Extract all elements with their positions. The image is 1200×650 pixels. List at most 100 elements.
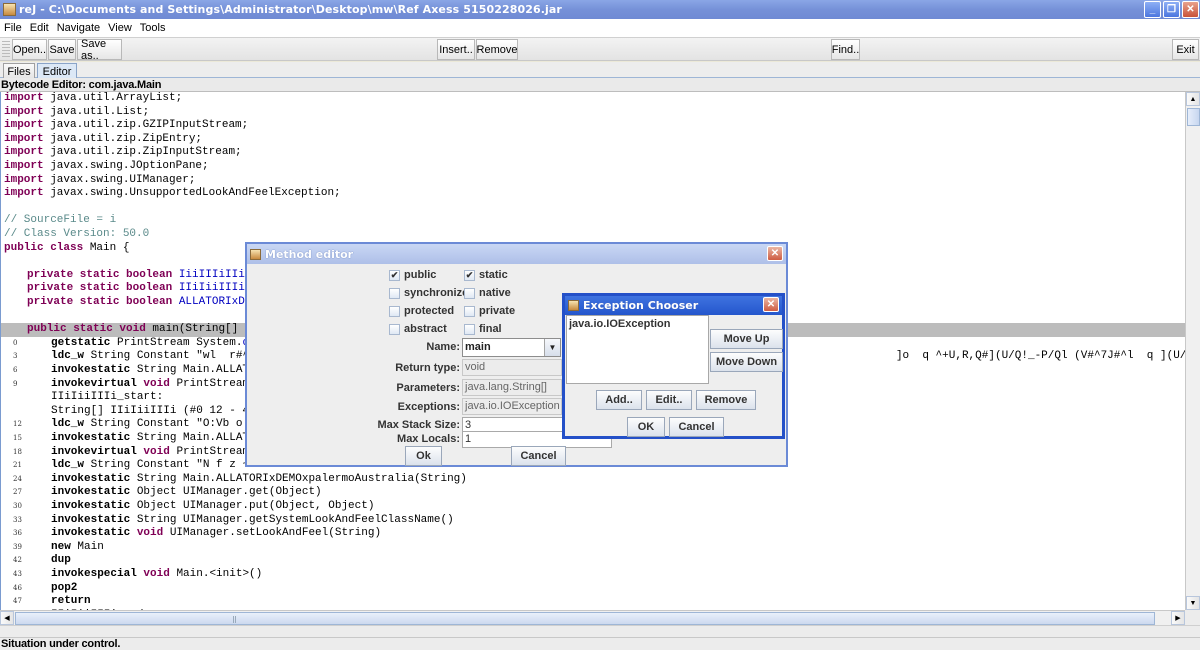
code-line[interactable]: // SourceFile = i xyxy=(1,214,1185,228)
checkbox-static[interactable]: ✔ static xyxy=(464,269,508,281)
move-down-button[interactable]: Move Down xyxy=(710,352,783,372)
return-type-field[interactable]: void xyxy=(462,359,562,376)
code-line[interactable]: 39 new Main xyxy=(1,541,1185,555)
checkbox-label: static xyxy=(479,269,508,281)
code-line[interactable]: import java.util.List; xyxy=(1,106,1185,120)
remove-button[interactable]: Remove xyxy=(476,39,518,60)
scroll-up-button[interactable]: ▲ xyxy=(1186,92,1200,106)
checkbox-label: abstract xyxy=(404,323,447,335)
checkbox-abstract[interactable]: abstract xyxy=(389,323,447,335)
app-icon xyxy=(568,300,579,311)
bytecode-offset: 6 xyxy=(13,366,18,374)
checkbox-synchronized[interactable]: synchronized xyxy=(389,287,475,299)
vertical-scroll-thumb[interactable] xyxy=(1187,108,1200,126)
code-text: import java.util.zip.GZIPInputStream; xyxy=(4,119,249,132)
horizontal-scrollbar[interactable]: ◀ ▶ xyxy=(0,610,1185,625)
code-line[interactable]: 33 invokestatic String UIManager.getSyste… xyxy=(1,514,1185,528)
method-editor-title-bar: Method editor ✕ xyxy=(247,244,786,264)
method-editor-close-button[interactable]: ✕ xyxy=(767,246,783,261)
bytecode-offset: 46 xyxy=(13,583,22,592)
bytecode-offset: 43 xyxy=(13,570,22,578)
cancel-button[interactable]: Cancel xyxy=(511,446,566,466)
code-text: dup xyxy=(51,554,71,567)
code-text: ldc_w String Constant "N f z ~ G xyxy=(51,459,269,472)
code-line[interactable]: import java.util.zip.GZIPInputStream; xyxy=(1,119,1185,133)
combobox-dropdown-button[interactable]: ▼ xyxy=(544,339,560,356)
find-button[interactable]: Find.. xyxy=(831,39,860,60)
code-line[interactable]: 36 invokestatic void UIManager.setLookAnd… xyxy=(1,527,1185,541)
code-text: import java.util.zip.ZipInputStream; xyxy=(4,146,242,159)
name-value: main xyxy=(465,341,491,353)
close-button[interactable]: ✕ xyxy=(1182,1,1199,18)
code-line[interactable]: 46 pop2 xyxy=(1,582,1185,596)
toolbar: Open.. Save Save as.. Insert.. Remove Fi… xyxy=(0,37,1200,62)
code-line[interactable]: 42 dup xyxy=(1,554,1185,568)
toolbar-grip[interactable] xyxy=(2,41,10,59)
code-text: new Main xyxy=(51,540,104,553)
checkbox-label: public xyxy=(404,269,437,281)
ok-button[interactable]: OK xyxy=(627,417,665,437)
checkbox-label: private xyxy=(479,305,516,317)
horizontal-scroll-thumb[interactable] xyxy=(15,612,1155,625)
bytecode-offset: 18 xyxy=(13,447,22,456)
checkbox-protected[interactable]: protected xyxy=(389,305,454,317)
menu-view[interactable]: View xyxy=(108,22,132,34)
code-line[interactable]: 30 invokestatic Object UIManager.put(Obje… xyxy=(1,500,1185,514)
checkbox-native[interactable]: native xyxy=(464,287,511,299)
checkbox-public[interactable]: ✔ public xyxy=(389,269,436,281)
insert-button[interactable]: Insert.. xyxy=(437,39,475,60)
minimize-button[interactable]: _ xyxy=(1144,1,1161,18)
parameters-field[interactable]: java.lang.String[] xyxy=(462,379,562,396)
code-text: import javax.swing.UIManager; xyxy=(4,173,196,186)
exception-list[interactable]: java.io.IOException xyxy=(566,315,709,384)
scroll-right-button[interactable]: ▶ xyxy=(1171,611,1185,625)
add-button[interactable]: Add.. xyxy=(596,390,642,410)
edit-button[interactable]: Edit.. xyxy=(646,390,692,410)
code-line[interactable]: import java.util.zip.ZipInputStream; xyxy=(1,146,1185,160)
tab-editor[interactable]: Editor xyxy=(37,63,77,79)
code-line[interactable]: 27 invokestatic Object UIManager.get(Obje… xyxy=(1,486,1185,500)
code-line[interactable]: import java.util.ArrayList; xyxy=(1,92,1185,106)
save-as-button[interactable]: Save as.. xyxy=(77,38,122,62)
code-line[interactable]: import javax.swing.JOptionPane; xyxy=(1,160,1185,174)
exception-chooser-close-button[interactable]: ✕ xyxy=(763,297,779,312)
save-button[interactable]: Save xyxy=(48,39,76,60)
tab-files[interactable]: Files xyxy=(3,63,35,79)
code-line[interactable]: 47 return xyxy=(1,595,1185,609)
remove-exception-button[interactable]: Remove xyxy=(696,390,756,410)
menu-file[interactable]: File xyxy=(4,22,22,34)
open-button[interactable]: Open.. xyxy=(12,39,47,60)
exceptions-field[interactable]: java.io.IOException xyxy=(462,398,562,415)
app-icon xyxy=(250,248,261,260)
vertical-scrollbar[interactable]: ▲ ▼ xyxy=(1185,92,1200,610)
code-line[interactable]: 43 invokespecial void Main.<init>() xyxy=(1,568,1185,582)
code-line[interactable]: 24 invokestatic String Main.ALLATORIxDEMO… xyxy=(1,473,1185,487)
bytecode-offset: 33 xyxy=(13,515,22,524)
ok-button[interactable]: Ok xyxy=(405,446,442,466)
name-combobox[interactable]: main ▼ xyxy=(462,338,561,357)
code-line[interactable]: import java.util.zip.ZipEntry; xyxy=(1,133,1185,147)
code-text: return xyxy=(51,595,91,608)
return-type-label: Return type: xyxy=(395,362,460,374)
arrow-down-icon: ▼ xyxy=(1189,599,1197,607)
menu-tools[interactable]: Tools xyxy=(140,22,166,34)
restore-button[interactable]: ❐ xyxy=(1163,1,1180,18)
move-up-button[interactable]: Move Up xyxy=(710,329,783,349)
code-line[interactable]: import javax.swing.UnsupportedLookAndFee… xyxy=(1,187,1185,201)
code-line[interactable]: import javax.swing.UIManager; xyxy=(1,174,1185,188)
code-text: import javax.swing.JOptionPane; xyxy=(4,160,209,172)
code-line[interactable]: // Class Version: 50.0 xyxy=(1,228,1185,242)
code-line[interactable] xyxy=(1,201,1185,215)
window-title-bar: reJ - C:\Documents and Settings\Administ… xyxy=(0,0,1200,19)
code-text: import javax.swing.UnsupportedLookAndFee… xyxy=(4,187,341,200)
exit-button[interactable]: Exit xyxy=(1172,39,1199,60)
menu-edit[interactable]: Edit xyxy=(30,22,49,34)
scroll-left-button[interactable]: ◀ xyxy=(0,611,14,625)
list-item[interactable]: java.io.IOException xyxy=(569,318,706,330)
bytecode-offset: 42 xyxy=(13,556,22,565)
checkbox-private[interactable]: private xyxy=(464,305,515,317)
scroll-down-button[interactable]: ▼ xyxy=(1186,596,1200,610)
menu-navigate[interactable]: Navigate xyxy=(57,22,100,34)
checkbox-final[interactable]: final xyxy=(464,323,502,335)
cancel-button[interactable]: Cancel xyxy=(669,417,724,437)
